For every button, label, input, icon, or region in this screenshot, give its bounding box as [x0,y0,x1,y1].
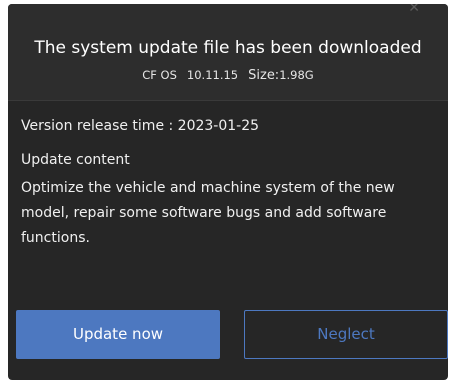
size-value: 1.98G [279,68,314,82]
update-content-heading: Update content [21,152,130,168]
update-content-text: Optimize the vehicle and machine system … [21,180,395,246]
dialog-title: The system update file has been download… [34,38,422,58]
release-time: Version release time : 2023-01-25 [21,118,260,134]
dialog-body: Version release time : 2023-01-25 Update… [21,116,436,251]
version-info: CF OS 10.11.15 Size:1.98G [8,68,448,83]
dialog-header: ✕ The system update file has been downlo… [8,4,448,101]
os-name: CF OS [142,68,177,82]
neglect-button[interactable]: Neglect [244,310,448,359]
size-label: Size: [248,68,280,83]
close-icon[interactable]: ✕ [408,4,428,16]
update-now-button[interactable]: Update now [16,310,220,359]
version-number: 10.11.15 [186,68,239,82]
